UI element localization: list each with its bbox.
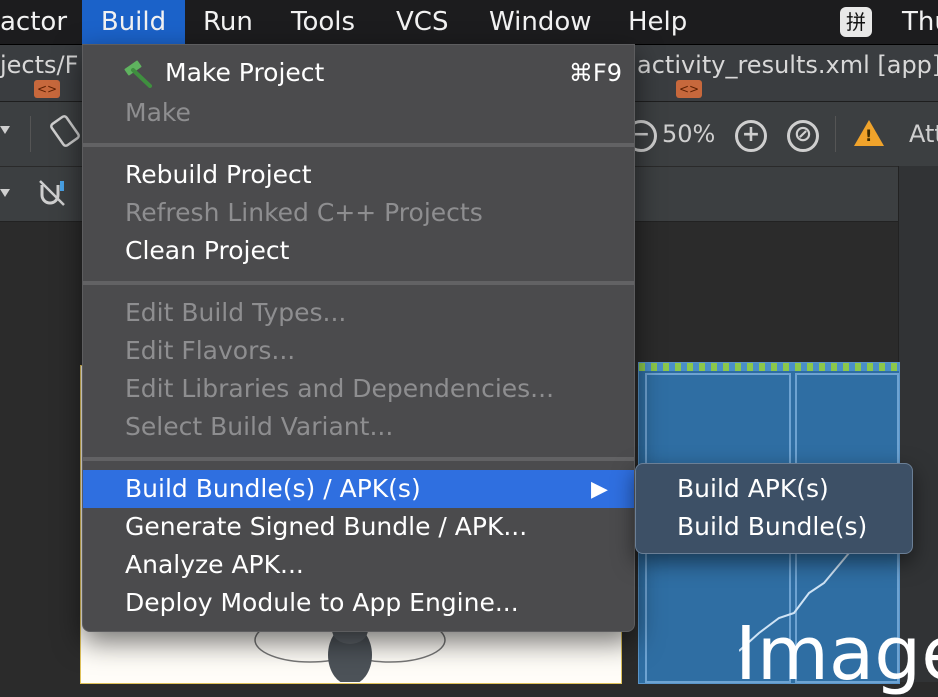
menu-item-analyze-apk[interactable]: Analyze APK...	[83, 546, 634, 584]
tab-activity-results[interactable]: activity_results.xml [app]	[637, 51, 938, 79]
dropdown-arrow-icon[interactable]	[0, 187, 12, 203]
submenu-arrow-icon: ▶	[591, 477, 608, 502]
blueprint-image-label: Image	[735, 611, 938, 697]
dropdown-arrow-icon[interactable]	[0, 124, 12, 140]
menu-separator	[83, 457, 634, 461]
menu-vcs[interactable]: VCS	[396, 0, 448, 44]
build-menu: Make Project ⌘F9 Make Rebuild Project Re…	[82, 44, 635, 632]
blueprint-strip	[639, 363, 899, 371]
menu-item-rebuild-project[interactable]: Rebuild Project	[83, 156, 634, 194]
autoconnect-icon[interactable]	[36, 177, 68, 209]
menu-refactor[interactable]: actor	[0, 0, 67, 44]
menu-item-clean-project[interactable]: Clean Project	[83, 232, 634, 270]
menu-item-make: Make	[125, 98, 191, 127]
attributes-panel	[898, 166, 938, 682]
zoom-level: 50%	[662, 120, 716, 148]
input-method-icon[interactable]: 拼	[840, 7, 872, 37]
menu-item-select-build-variant: Select Build Variant...	[125, 412, 394, 441]
menu-run[interactable]: Run	[203, 0, 253, 44]
xml-file-icon: <>	[676, 80, 702, 98]
xml-file-icon: <>	[34, 80, 60, 98]
menu-item-edit-libraries: Edit Libraries and Dependencies...	[125, 374, 555, 403]
menu-tools[interactable]: Tools	[291, 0, 355, 44]
submenu-item-build-apks[interactable]: Build APK(s)	[636, 470, 912, 508]
zoom-to-fit-icon[interactable]: ⊘	[787, 120, 819, 152]
menu-bar: actor Build Run Tools VCS Window Help 拼 …	[0, 0, 938, 45]
menu-separator	[83, 143, 634, 147]
build-bundles-submenu: Build APK(s) Build Bundle(s)	[635, 463, 913, 554]
warning-icon[interactable]: !	[854, 120, 884, 146]
menu-item-build-bundles-apks[interactable]: Build Bundle(s) / APK(s) ▶	[83, 470, 634, 508]
menu-item-generate-signed[interactable]: Generate Signed Bundle / APK...	[83, 508, 634, 546]
menu-window[interactable]: Window	[489, 0, 592, 44]
menubar-clock[interactable]: Thu	[902, 0, 938, 44]
menu-item-edit-build-types: Edit Build Types...	[125, 298, 347, 327]
menu-separator	[83, 281, 634, 285]
menu-help[interactable]: Help	[628, 0, 687, 44]
toolbar-divider	[30, 116, 31, 152]
zoom-in-icon[interactable]: +	[735, 120, 767, 152]
submenu-item-build-bundles[interactable]: Build Bundle(s)	[636, 508, 912, 546]
orientation-icon[interactable]	[48, 114, 84, 150]
make-project-shortcut: ⌘F9	[568, 59, 622, 87]
menu-item-make-project[interactable]: Make Project ⌘F9	[83, 54, 634, 92]
attributes-label[interactable]: Att	[909, 120, 938, 148]
menu-item-refresh-linked-cpp: Refresh Linked C++ Projects	[125, 198, 483, 227]
toolbar-divider	[835, 116, 836, 152]
menu-build[interactable]: Build	[82, 0, 185, 44]
menu-item-deploy-module[interactable]: Deploy Module to App Engine...	[83, 584, 634, 622]
menu-item-edit-flavors: Edit Flavors...	[125, 336, 296, 365]
hammer-icon	[124, 60, 152, 88]
tab-project-path[interactable]: jects/F	[0, 51, 78, 79]
